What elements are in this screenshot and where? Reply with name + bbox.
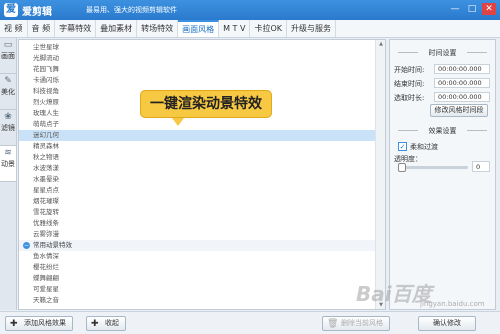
- list-item-selected[interactable]: 迷幻几何: [19, 130, 376, 141]
- annotation-callout: 一键渲染动景特效: [140, 90, 272, 126]
- soft-transition-label: 柔和过渡: [410, 143, 438, 151]
- side-tabs: ▭ 画面 ✎ 美化 ❀ 滤镜 ≋ 动景: [0, 38, 17, 310]
- list-item[interactable]: 花园飞舞: [19, 64, 376, 75]
- tab-karaoke[interactable]: 卡拉OK: [250, 20, 287, 37]
- modify-time-button[interactable]: 修改风格时间段: [430, 104, 488, 117]
- list-item[interactable]: 秋之物语: [19, 152, 376, 163]
- confirm-button[interactable]: 确认修改: [418, 316, 476, 331]
- effects-list: 尘世星球 光脚流动 花园飞舞 卡通闪烁 科技视角 烈火燎原 玫瑰人生 萌萌点子 …: [18, 39, 386, 310]
- list-item[interactable]: 萌萌点子: [19, 119, 376, 130]
- opacity-input[interactable]: 0: [472, 161, 490, 172]
- delete-style-button[interactable]: 🗑 删除当前风格: [322, 316, 390, 331]
- favorite-label: 收起: [105, 319, 119, 327]
- list-item[interactable]: 星星点点: [19, 185, 376, 196]
- settings-panel: 时间设置 开始时间: 00:00:00.000 结束时间: 00:00:00.0…: [389, 39, 496, 310]
- group-header[interactable]: − 常用动景特效: [19, 240, 376, 251]
- start-time-label: 开始时间:: [394, 66, 425, 74]
- group-header-label: 常用动景特效: [33, 241, 72, 249]
- side-tab-picture[interactable]: ▭ 画面: [0, 38, 16, 74]
- tab-video[interactable]: 视 频: [0, 20, 28, 37]
- tab-upgrade-service[interactable]: 升级与服务: [287, 20, 336, 37]
- tab-overlay-material[interactable]: 叠加素材: [96, 20, 138, 37]
- time-settings-title: 时间设置: [390, 48, 495, 58]
- minimize-icon[interactable]: —: [448, 3, 462, 15]
- add-style-button[interactable]: ✚ 添加风格效果: [5, 316, 73, 331]
- list-scrollbar[interactable]: ▲ ▼: [375, 40, 385, 309]
- list-item[interactable]: 光脚流动: [19, 53, 376, 64]
- side-tab-label: 画面: [1, 52, 15, 60]
- start-time-input[interactable]: 00:00:00.000: [434, 64, 490, 74]
- list-item[interactable]: 水墨晕染: [19, 174, 376, 185]
- list-item[interactable]: 卡通闪烁: [19, 75, 376, 86]
- list-item[interactable]: 雪花旋转: [19, 207, 376, 218]
- duration-label: 选取时长:: [394, 94, 425, 102]
- side-tab-label: 美化: [1, 88, 15, 96]
- picture-icon: ▭: [3, 40, 13, 50]
- effect-settings-title: 效果设置: [390, 126, 495, 136]
- list-item[interactable]: 精灵森林: [19, 141, 376, 152]
- side-tab-filter[interactable]: ❀ 滤镜: [0, 110, 16, 146]
- list-item[interactable]: 水波荡漾: [19, 163, 376, 174]
- side-tab-dynamic-scene[interactable]: ≋ 动景: [0, 146, 16, 182]
- filter-icon: ❀: [4, 112, 12, 122]
- opacity-slider-thumb[interactable]: [398, 163, 406, 172]
- close-icon[interactable]: ✕: [482, 3, 496, 15]
- app-logo: 爱: [4, 3, 18, 17]
- opacity-slider[interactable]: [398, 163, 468, 172]
- brush-icon: ✎: [4, 76, 12, 86]
- side-tab-label: 动景: [1, 160, 15, 168]
- tab-transition-effects[interactable]: 转场特效: [137, 20, 179, 37]
- end-time-field: 结束时间: 00:00:00.000: [394, 78, 494, 89]
- duration-input[interactable]: 00:00:00.000: [434, 92, 490, 102]
- waves-icon: ≋: [4, 148, 12, 158]
- list-item[interactable]: 鱼水情深: [19, 251, 376, 262]
- confirm-label: 确认修改: [433, 319, 461, 327]
- start-time-field: 开始时间: 00:00:00.000: [394, 64, 494, 75]
- tab-picture-style[interactable]: 画面风格: [178, 20, 220, 37]
- title-bar: 爱 爱剪辑 最易用、强大的视频剪辑软件 — □ ✕: [0, 0, 500, 20]
- delete-style-label: 删除当前风格: [341, 319, 383, 327]
- side-tab-label: 滤镜: [1, 124, 15, 132]
- list-item[interactable]: 樱花纷烂: [19, 262, 376, 273]
- list-item[interactable]: 可爱星星: [19, 284, 376, 295]
- list-item[interactable]: 天籁之音: [19, 295, 376, 306]
- tab-audio[interactable]: 音 频: [28, 20, 56, 37]
- bookmark-icon: ✚: [91, 319, 99, 329]
- end-time-label: 结束时间:: [394, 80, 425, 88]
- trash-icon: 🗑: [327, 319, 339, 329]
- add-icon: ✚: [10, 319, 18, 329]
- duration-field: 选取时长: 00:00:00.000: [394, 92, 494, 103]
- list-item[interactable]: 蝶舞翩翩: [19, 273, 376, 284]
- menu-bar: 视 频 音 频 字幕特效 叠加素材 转场特效 画面风格 M T V 卡拉OK 升…: [0, 20, 500, 38]
- window-controls: — □ ✕: [448, 3, 496, 15]
- soft-transition-checkbox[interactable]: ✓: [398, 142, 407, 151]
- app-name: 爱剪辑: [22, 7, 52, 18]
- list-item[interactable]: 优雅线条: [19, 218, 376, 229]
- bottom-toolbar: ✚ 添加风格效果 ✚ 收起 🗑 删除当前风格 确认修改: [0, 311, 500, 334]
- tab-mtv[interactable]: M T V: [219, 20, 251, 37]
- watermark-url: jingyan.baidu.com: [420, 300, 485, 308]
- scroll-up-icon[interactable]: ▲: [376, 40, 385, 48]
- end-time-input[interactable]: 00:00:00.000: [434, 78, 490, 88]
- maximize-icon[interactable]: □: [465, 3, 479, 15]
- add-style-label: 添加风格效果: [24, 319, 66, 327]
- list-item[interactable]: 云雾弥漫: [19, 229, 376, 240]
- list-item[interactable]: 尘世星球: [19, 42, 376, 53]
- list-item[interactable]: 烟花璀璨: [19, 196, 376, 207]
- app-slogan: 最易用、强大的视频剪辑软件: [86, 6, 177, 14]
- favorite-button[interactable]: ✚ 收起: [86, 316, 126, 331]
- side-tab-beautify[interactable]: ✎ 美化: [0, 74, 16, 110]
- collapse-icon[interactable]: −: [23, 242, 30, 249]
- tab-subtitle-effects[interactable]: 字幕特效: [55, 20, 97, 37]
